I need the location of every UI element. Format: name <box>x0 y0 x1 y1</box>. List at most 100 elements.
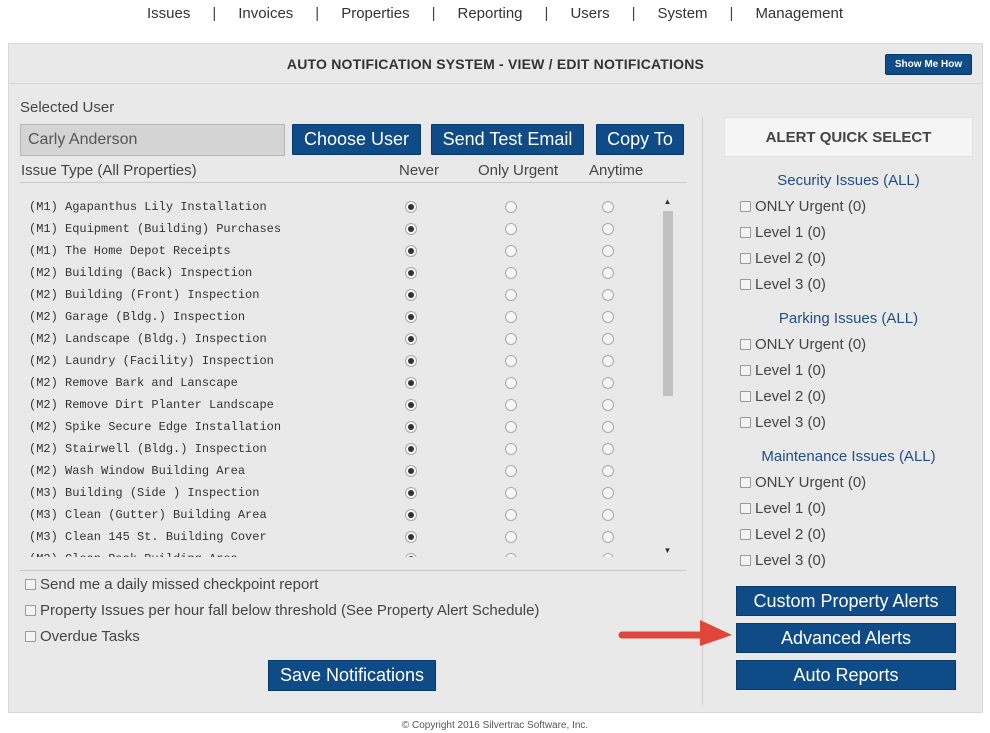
radio-never[interactable] <box>405 245 417 257</box>
alert-option-checkbox[interactable] <box>740 339 751 350</box>
radio-only-urgent[interactable] <box>505 223 517 235</box>
alert-option[interactable]: Level 1 (0) <box>740 224 826 241</box>
radio-never[interactable] <box>405 509 417 521</box>
alert-group-title[interactable]: Parking Issues (ALL) <box>724 310 973 327</box>
radio-anytime[interactable] <box>602 333 614 345</box>
radio-never[interactable] <box>405 465 417 477</box>
alert-option-checkbox[interactable] <box>740 417 751 428</box>
alert-group-title[interactable]: Security Issues (ALL) <box>724 172 973 189</box>
radio-anytime[interactable] <box>602 443 614 455</box>
alert-option[interactable]: ONLY Urgent (0) <box>740 198 866 215</box>
radio-anytime[interactable] <box>602 377 614 389</box>
copy-to-button[interactable]: Copy To <box>596 124 684 155</box>
daily-missed-checkbox[interactable] <box>25 579 36 590</box>
radio-anytime[interactable] <box>602 531 614 543</box>
radio-only-urgent[interactable] <box>505 355 517 367</box>
radio-never[interactable] <box>405 377 417 389</box>
nav-invoices[interactable]: Invoices <box>216 5 315 22</box>
alert-option[interactable]: Level 3 (0) <box>740 276 826 293</box>
radio-only-urgent[interactable] <box>505 245 517 257</box>
radio-anytime[interactable] <box>602 421 614 433</box>
selected-user-field[interactable] <box>20 124 285 156</box>
alert-option-checkbox[interactable] <box>740 201 751 212</box>
radio-only-urgent[interactable] <box>505 311 517 323</box>
alert-option[interactable]: Level 2 (0) <box>740 388 826 405</box>
nav-reporting[interactable]: Reporting <box>435 5 544 22</box>
alert-option-checkbox[interactable] <box>740 477 751 488</box>
radio-anytime[interactable] <box>602 465 614 477</box>
alert-group-title[interactable]: Maintenance Issues (ALL) <box>724 448 973 465</box>
radio-only-urgent[interactable] <box>505 421 517 433</box>
property-threshold-option[interactable]: Property Issues per hour fall below thre… <box>25 602 539 619</box>
radio-anytime[interactable] <box>602 487 614 499</box>
radio-never[interactable] <box>405 267 417 279</box>
radio-never[interactable] <box>405 443 417 455</box>
scroll-down-icon[interactable]: ▼ <box>659 543 676 557</box>
alert-option-checkbox[interactable] <box>740 227 751 238</box>
radio-never[interactable] <box>405 223 417 235</box>
alert-option-checkbox[interactable] <box>740 279 751 290</box>
send-test-email-button[interactable]: Send Test Email <box>431 124 584 155</box>
list-scrollbar[interactable]: ▲ ▼ <box>659 194 676 557</box>
advanced-alerts-button[interactable]: Advanced Alerts <box>736 623 956 653</box>
alert-option[interactable]: Level 1 (0) <box>740 500 826 517</box>
alert-option-checkbox[interactable] <box>740 365 751 376</box>
radio-only-urgent[interactable] <box>505 289 517 301</box>
auto-reports-button[interactable]: Auto Reports <box>736 660 956 690</box>
choose-user-button[interactable]: Choose User <box>292 124 421 155</box>
radio-only-urgent[interactable] <box>505 465 517 477</box>
radio-only-urgent[interactable] <box>505 399 517 411</box>
radio-anytime[interactable] <box>602 289 614 301</box>
nav-issues[interactable]: Issues <box>125 5 212 22</box>
radio-anytime[interactable] <box>602 223 614 235</box>
radio-only-urgent[interactable] <box>505 553 517 557</box>
alert-option[interactable]: ONLY Urgent (0) <box>740 336 866 353</box>
radio-anytime[interactable] <box>602 399 614 411</box>
radio-never[interactable] <box>405 333 417 345</box>
radio-never[interactable] <box>405 399 417 411</box>
alert-option-checkbox[interactable] <box>740 555 751 566</box>
alert-option[interactable]: ONLY Urgent (0) <box>740 474 866 491</box>
radio-only-urgent[interactable] <box>505 377 517 389</box>
nav-system[interactable]: System <box>636 5 730 22</box>
nav-users[interactable]: Users <box>548 5 631 22</box>
radio-never[interactable] <box>405 311 417 323</box>
overdue-tasks-checkbox[interactable] <box>25 631 36 642</box>
radio-only-urgent[interactable] <box>505 267 517 279</box>
radio-never[interactable] <box>405 355 417 367</box>
radio-anytime[interactable] <box>602 245 614 257</box>
radio-never[interactable] <box>405 421 417 433</box>
overdue-tasks-option[interactable]: Overdue Tasks <box>25 628 140 645</box>
custom-property-alerts-button[interactable]: Custom Property Alerts <box>736 586 956 616</box>
scroll-thumb[interactable] <box>663 211 673 396</box>
radio-only-urgent[interactable] <box>505 201 517 213</box>
radio-anytime[interactable] <box>602 355 614 367</box>
radio-anytime[interactable] <box>602 509 614 521</box>
alert-option[interactable]: Level 3 (0) <box>740 552 826 569</box>
radio-never[interactable] <box>405 553 417 557</box>
radio-never[interactable] <box>405 201 417 213</box>
alert-option-checkbox[interactable] <box>740 529 751 540</box>
alert-option-checkbox[interactable] <box>740 253 751 264</box>
daily-missed-option[interactable]: Send me a daily missed checkpoint report <box>25 576 318 593</box>
radio-only-urgent[interactable] <box>505 443 517 455</box>
nav-properties[interactable]: Properties <box>319 5 431 22</box>
alert-option[interactable]: Level 2 (0) <box>740 526 826 543</box>
radio-never[interactable] <box>405 531 417 543</box>
radio-only-urgent[interactable] <box>505 531 517 543</box>
radio-never[interactable] <box>405 289 417 301</box>
radio-anytime[interactable] <box>602 311 614 323</box>
radio-never[interactable] <box>405 487 417 499</box>
save-notifications-button[interactable]: Save Notifications <box>268 660 436 691</box>
alert-option[interactable]: Level 2 (0) <box>740 250 826 267</box>
radio-anytime[interactable] <box>602 201 614 213</box>
radio-anytime[interactable] <box>602 267 614 279</box>
issue-type-list[interactable]: (M1) Agapanthus Lily Installation (M1) Eq… <box>20 194 676 557</box>
nav-management[interactable]: Management <box>733 5 865 22</box>
show-me-how-button[interactable]: Show Me How <box>885 54 972 75</box>
property-threshold-checkbox[interactable] <box>25 605 36 616</box>
alert-option-checkbox[interactable] <box>740 503 751 514</box>
radio-only-urgent[interactable] <box>505 487 517 499</box>
alert-option-checkbox[interactable] <box>740 391 751 402</box>
radio-only-urgent[interactable] <box>505 333 517 345</box>
